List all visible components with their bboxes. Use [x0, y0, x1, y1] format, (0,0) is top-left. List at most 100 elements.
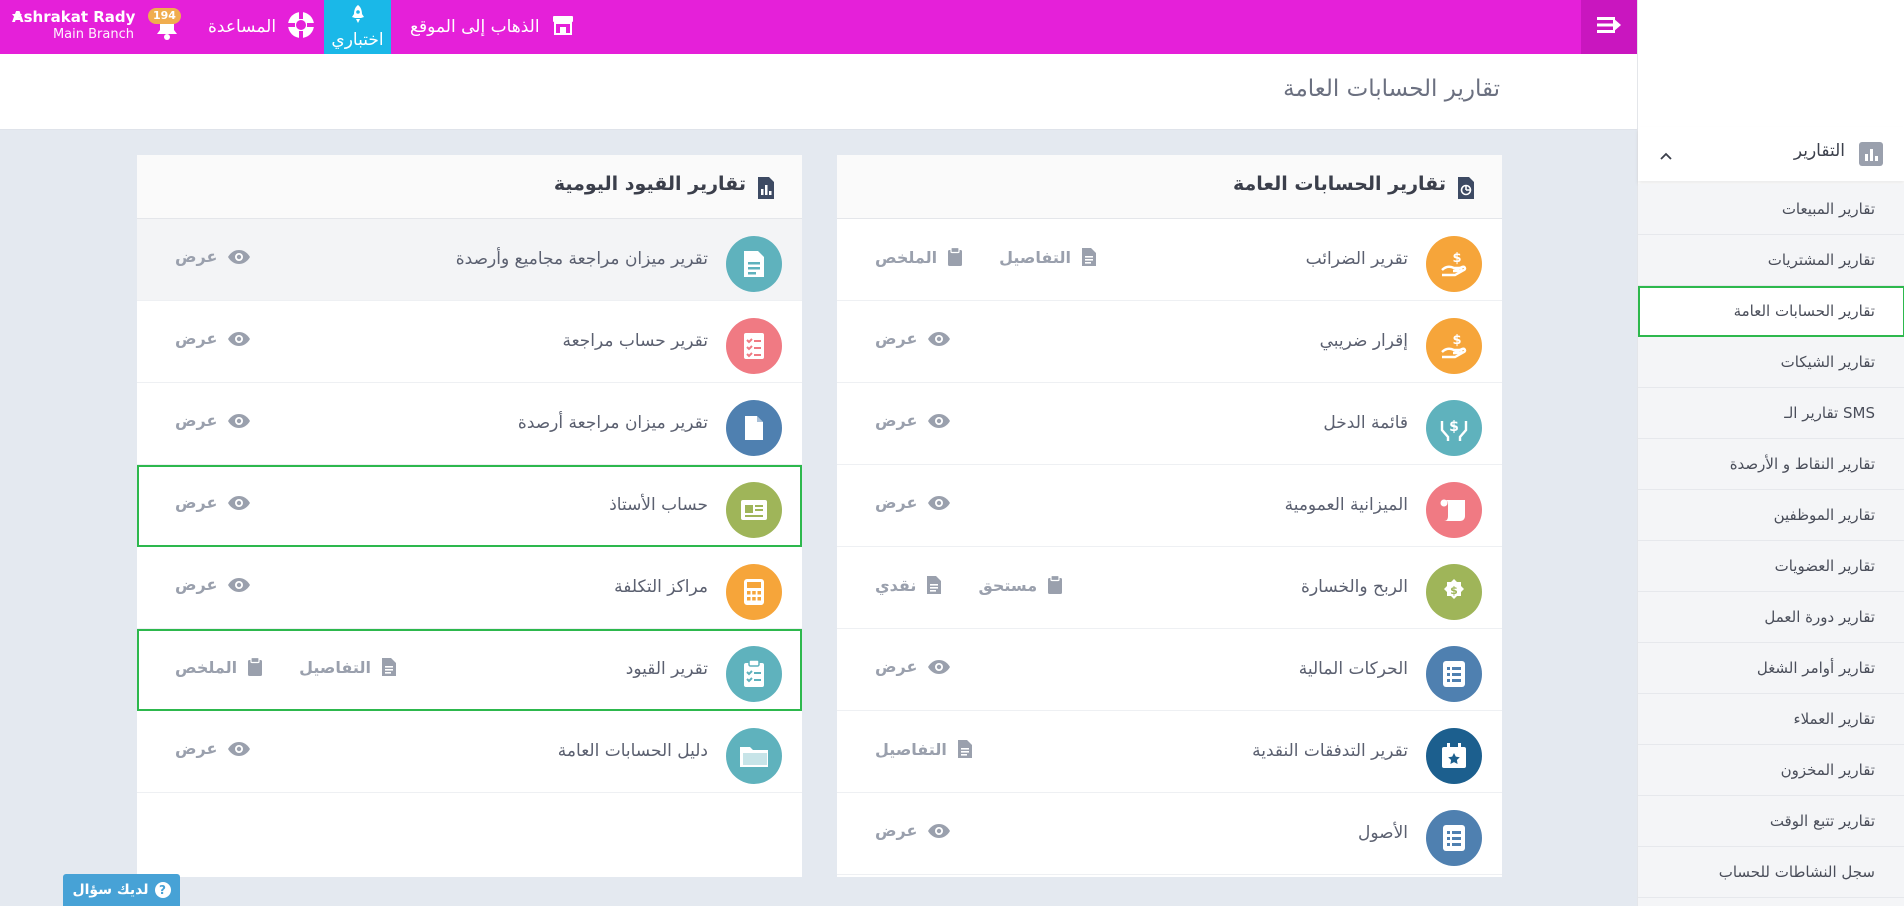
- branch-name: Main Branch: [52, 27, 134, 42]
- general-report-list: $ تقرير الضرائب التفاصيل الملخص $ إقرار ضريبي…: [837, 219, 1502, 875]
- eye-icon: [227, 249, 251, 265]
- report-row: حساب الأستاذ عرض: [137, 465, 802, 547]
- action-label: عرض: [175, 493, 218, 512]
- hands-dollar-icon: $: [1426, 400, 1482, 456]
- question-label: لديك سؤال: [72, 882, 149, 898]
- sidebar-toggle-button[interactable]: [1581, 0, 1637, 54]
- sidebar-item[interactable]: تقارير العملاء: [1638, 694, 1904, 745]
- document-icon: [926, 575, 942, 595]
- report-action-link[interactable]: عرض: [175, 329, 251, 348]
- sidebar-item[interactable]: تقارير الموظفين: [1638, 490, 1904, 541]
- ask-question-button[interactable]: لديك سؤال ?: [63, 874, 180, 906]
- help-label: المساعدة: [208, 17, 277, 37]
- document-lines-icon: [726, 236, 782, 292]
- report-row: تقرير ميزان مراجعة أرصدة عرض: [137, 383, 802, 465]
- sidebar-item[interactable]: تقارير الـ SMS: [1638, 388, 1904, 439]
- report-row: تقرير القيود التفاصيل الملخص: [137, 629, 802, 711]
- eye-icon: [227, 495, 251, 511]
- report-action-link[interactable]: عرض: [175, 575, 251, 594]
- action-label: الملخص: [175, 657, 238, 677]
- action-label: عرض: [175, 739, 218, 758]
- report-row: $ إقرار ضريبي عرض: [837, 301, 1502, 383]
- report-name: قائمة الدخل: [1323, 413, 1408, 433]
- sidebar: التقارير تقارير المبيعات تقارير المشتريات…: [1637, 0, 1904, 906]
- eye-icon: [927, 495, 951, 511]
- eye-icon: [227, 741, 251, 757]
- sidebar-item[interactable]: تقارير الشيكات: [1638, 337, 1904, 388]
- report-action-link[interactable]: عرض: [175, 739, 251, 758]
- user-menu[interactable]: Ashrakat Rady Main Branch: [12, 8, 135, 43]
- report-file-icon: [1456, 177, 1478, 199]
- sidebar-item[interactable]: تقارير دورة العمل: [1638, 592, 1904, 643]
- report-actions: عرض: [875, 329, 951, 348]
- report-action-link[interactable]: التفاصيل: [299, 657, 397, 677]
- report-actions: عرض: [875, 411, 951, 430]
- checklist-icon: [726, 318, 782, 374]
- money-badge-icon: $: [1426, 564, 1482, 620]
- report-action-link[interactable]: عرض: [175, 247, 251, 266]
- rocket-icon: [350, 4, 366, 30]
- report-action-link[interactable]: عرض: [175, 411, 251, 430]
- eye-icon: [927, 659, 951, 675]
- report-action-link[interactable]: التفاصيل: [999, 247, 1097, 267]
- chevron-up-icon[interactable]: [1660, 145, 1672, 164]
- report-action-link[interactable]: عرض: [875, 493, 951, 512]
- eye-icon: [227, 413, 251, 429]
- report-actions: عرض: [175, 329, 251, 348]
- eye-icon: [927, 413, 951, 429]
- report-action-link[interactable]: نقدي: [875, 575, 942, 595]
- id-card-icon: [726, 482, 782, 538]
- report-action-link[interactable]: الملخص: [175, 657, 263, 677]
- report-actions: التفاصيل الملخص: [175, 657, 397, 677]
- question-icon: ?: [154, 882, 171, 898]
- report-action-link[interactable]: عرض: [875, 329, 951, 348]
- report-action-link[interactable]: التفاصيل: [875, 739, 973, 759]
- go-to-site-label: الذهاب إلى الموقع: [410, 17, 540, 37]
- sidebar-item[interactable]: تقارير الحسابات العامة: [1638, 286, 1904, 337]
- report-action-link[interactable]: الملخص: [875, 247, 963, 267]
- action-label: التفاصيل: [299, 657, 371, 677]
- report-row: تقرير التدفقات النقدية التفاصيل: [837, 711, 1502, 793]
- go-to-site-link[interactable]: الذهاب إلى الموقع: [410, 0, 574, 54]
- test-mode-button[interactable]: اختباري: [324, 0, 391, 54]
- report-action-link[interactable]: عرض: [875, 821, 951, 840]
- panel-title: تقارير القيود اليومية: [553, 173, 746, 195]
- sidebar-item[interactable]: تقارير المخزون: [1638, 745, 1904, 796]
- report-action-link[interactable]: مستحق: [978, 575, 1063, 595]
- report-row: تقرير ميزان مراجعة مجاميع وأرصدة عرض: [137, 219, 802, 301]
- sidebar-item[interactable]: تقارير تتبع الوقت: [1638, 796, 1904, 847]
- sidebar-item[interactable]: تقارير المشتريات: [1638, 235, 1904, 286]
- clipboard-check-icon: [726, 646, 782, 702]
- report-name: إقرار ضريبي: [1319, 331, 1408, 351]
- report-name: تقرير الضرائب: [1305, 249, 1408, 269]
- report-row: تقرير حساب مراجعة عرض: [137, 301, 802, 383]
- report-actions: عرض: [175, 247, 251, 266]
- sidebar-item[interactable]: تقارير النقاط و الأرصدة: [1638, 439, 1904, 490]
- report-action-link[interactable]: عرض: [175, 493, 251, 512]
- calendar-star-icon: [1426, 728, 1482, 784]
- report-actions: التفاصيل الملخص: [875, 247, 1097, 267]
- action-label: عرض: [875, 821, 918, 840]
- file-icon: [726, 400, 782, 456]
- eye-icon: [927, 823, 951, 839]
- report-row: $ تقرير الضرائب التفاصيل الملخص: [837, 219, 1502, 301]
- report-actions: عرض: [175, 575, 251, 594]
- help-link[interactable]: المساعدة: [208, 0, 316, 54]
- clipboard-icon: [947, 247, 963, 267]
- report-actions: عرض: [875, 493, 951, 512]
- page-header: تقارير الحسابات العامة: [0, 54, 1637, 130]
- report-action-link[interactable]: عرض: [875, 657, 951, 676]
- svg-text:$: $: [1452, 333, 1461, 348]
- panel-header: تقارير القيود اليومية: [137, 155, 802, 219]
- report-row: دليل الحسابات العامة عرض: [137, 711, 802, 793]
- sidebar-item[interactable]: تقارير العضويات: [1638, 541, 1904, 592]
- folder-icon: [726, 728, 782, 784]
- sidebar-section-reports[interactable]: التقارير: [1638, 127, 1904, 181]
- sidebar-item[interactable]: تقارير أوامر الشغل: [1638, 643, 1904, 694]
- report-actions: عرض: [175, 493, 251, 512]
- sidebar-item[interactable]: تقارير المبيعات: [1638, 184, 1904, 235]
- action-label: التفاصيل: [999, 247, 1071, 267]
- sidebar-item[interactable]: سجل النشاطات للحساب: [1638, 847, 1904, 898]
- report-action-link[interactable]: عرض: [875, 411, 951, 430]
- sidebar-section-title: التقارير: [1793, 141, 1845, 161]
